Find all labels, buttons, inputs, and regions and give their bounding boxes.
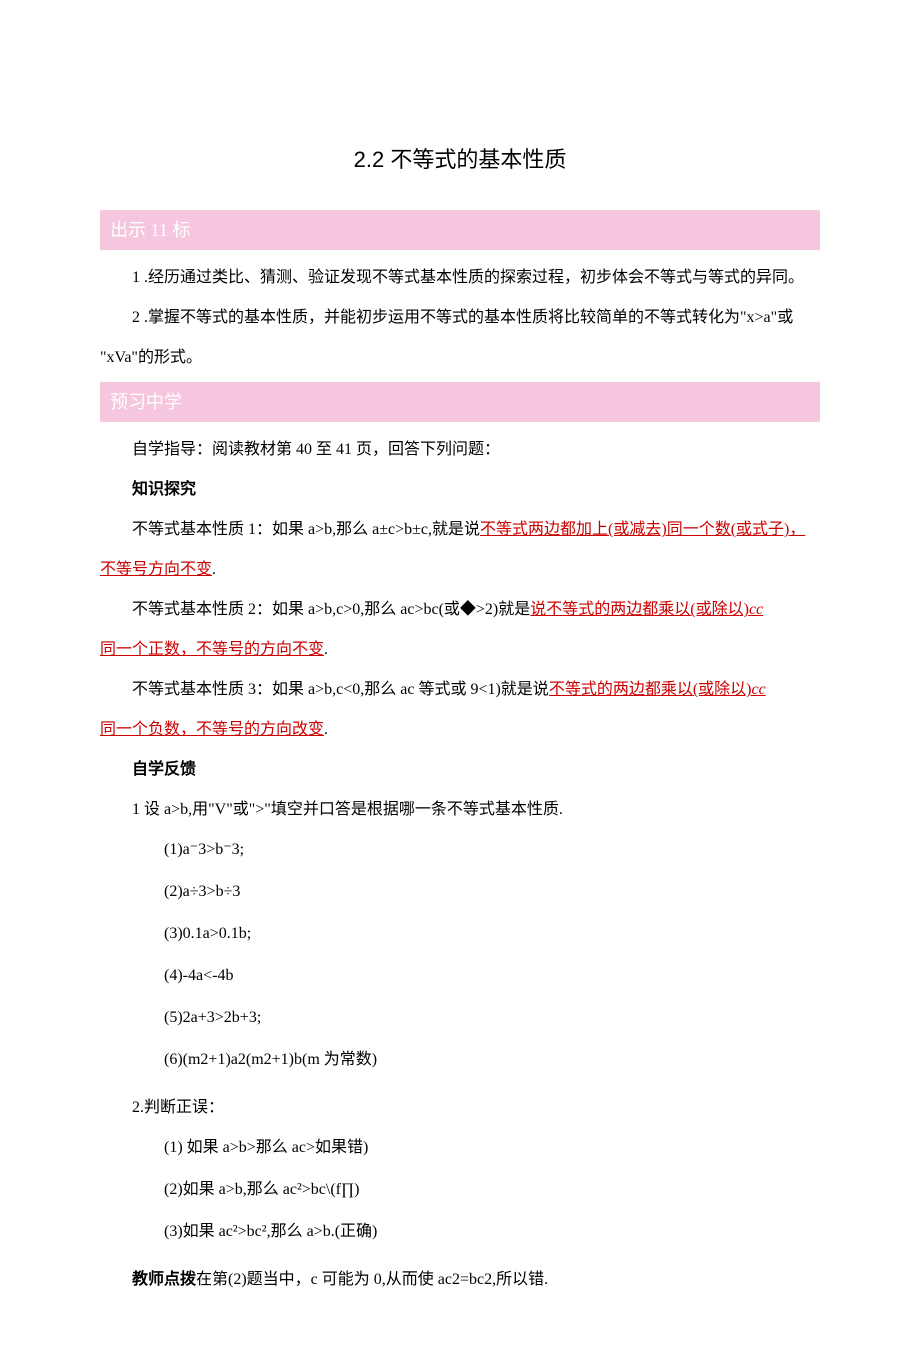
q1-item-5: (5)2a+3>2b+3;	[164, 1002, 820, 1034]
property-3-rule-cont: 同一个负数，不等号的方向改变	[100, 721, 324, 738]
question-2-intro: 2.判断正误：	[100, 1092, 820, 1124]
property-2-rule: 说不等式的两边都乘以(或除以)	[530, 601, 749, 618]
q2-item-2: (2)如果 a>b,那么 ac²>bc\(f∏)	[164, 1174, 820, 1206]
property-2-rule-cont: 同一个正数，不等号的方向不变	[100, 641, 324, 658]
property-2-line1: 不等式基本性质 2：如果 a>b,c>0,那么 ac>bc(或◆>2)就是说不等…	[100, 594, 820, 626]
property-3-period: .	[324, 721, 328, 738]
property-1-rule-cont: 不等号方向不变	[100, 561, 212, 578]
q1-item-2: (2)a÷3>b÷3	[164, 876, 820, 908]
teacher-note: 教师点拨在第(2)题当中，c 可能为 0,从而使 ac2=bc2,所以错.	[100, 1264, 820, 1296]
property-3-line1: 不等式基本性质 3：如果 a>b,c<0,那么 ac 等式或 9<1)就是说不等…	[100, 674, 820, 706]
property-1-prefix: 不等式基本性质 1：如果 a>b,那么 a±c>b±c,就是说	[132, 521, 480, 538]
property-3-rule: 不等式的两边都乘以(或除以)	[549, 681, 752, 698]
page-title: 2.2 不等式的基本性质	[100, 140, 820, 180]
property-2-cc: cc	[749, 601, 763, 618]
objective-1: 1 .经历通过类比、猜测、验证发现不等式基本性质的探索过程，初步体会不等式与等式…	[100, 262, 820, 294]
property-3-line2: 同一个负数，不等号的方向改变.	[100, 714, 820, 746]
q1-item-3: (3)0.1a>0.1b;	[164, 918, 820, 950]
property-2-prefix: 不等式基本性质 2：如果 a>b,c>0,那么 ac>bc(或◆>2)就是	[132, 601, 530, 618]
q1-item-6: (6)(m2+1)a2(m2+1)b(m 为常数)	[164, 1044, 820, 1076]
knowledge-explore-title: 知识探究	[100, 474, 820, 506]
property-2-line2: 同一个正数，不等号的方向不变.	[100, 634, 820, 666]
teacher-note-label: 教师点拨	[132, 1271, 196, 1288]
property-1-line1: 不等式基本性质 1：如果 a>b,那么 a±c>b±c,就是说不等式两边都加上(…	[100, 514, 820, 546]
property-3-prefix: 不等式基本性质 3：如果 a>b,c<0,那么 ac 等式或 9<1)就是说	[132, 681, 549, 698]
teacher-note-text: 在第(2)题当中，c 可能为 0,从而使 ac2=bc2,所以错.	[196, 1271, 548, 1288]
q2-item-1: (1) 如果 a>b>那么 ac>如果错)	[164, 1132, 820, 1164]
section-header-preview: 预习中学	[100, 382, 820, 422]
self-feedback-title: 自学反馈	[100, 754, 820, 786]
q2-item-3: (3)如果 ac²>bc²,那么 a>b.(正确)	[164, 1216, 820, 1248]
question-1-intro: 1 设 a>b,用"V"或">"填空并口答是根据哪一条不等式基本性质.	[100, 794, 820, 826]
study-guide: 自学指导：阅读教材第 40 至 41 页，回答下列问题：	[100, 434, 820, 466]
property-3-cc: cc	[751, 681, 765, 698]
property-1-period: .	[212, 561, 216, 578]
q1-item-4: (4)-4a<-4b	[164, 960, 820, 992]
objective-2-line2: "xVa"的形式。	[100, 342, 820, 374]
section-header-objectives: 出示 11 标	[100, 210, 820, 250]
property-1-rule: 不等式两边都加上(或减去)同一个数(或式子)，	[480, 521, 805, 538]
q1-item-1: (1)a⁻3>b⁻3;	[164, 834, 820, 866]
property-1-line2: 不等号方向不变.	[100, 554, 820, 586]
objective-2-line1: 2 .掌握不等式的基本性质，并能初步运用不等式的基本性质将比较简单的不等式转化为…	[100, 302, 820, 334]
property-2-period: .	[324, 641, 328, 658]
